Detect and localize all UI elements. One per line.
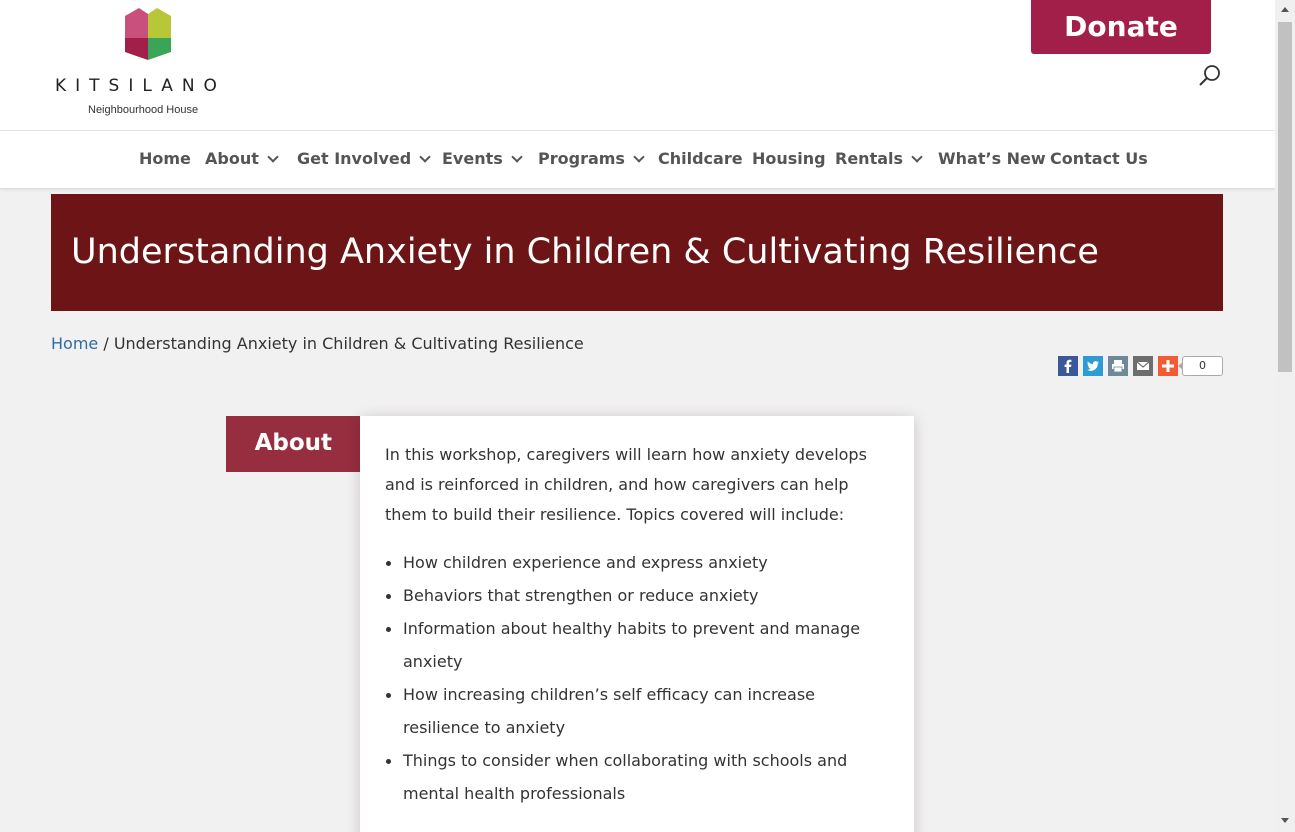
- logo-subtitle: Neighbourhood House: [88, 104, 199, 116]
- nav-item-whats-new[interactable]: What’s New: [938, 131, 1046, 188]
- page-title: Understanding Anxiety in Children & Cult…: [71, 232, 1099, 272]
- nav-item-label: Rentals: [835, 149, 904, 168]
- nav-item-events[interactable]: Events: [442, 131, 523, 188]
- donate-button[interactable]: Donate: [1031, 0, 1211, 54]
- nav-item-label: Events: [442, 149, 503, 168]
- list-item: Information about healthy habits to prev…: [385, 612, 889, 678]
- nav-item-childcare[interactable]: Childcare: [658, 131, 743, 188]
- twitter-icon[interactable]: [1083, 356, 1103, 376]
- scroll-down-arrow-icon[interactable]: [1281, 818, 1289, 823]
- scroll-up-arrow-icon[interactable]: [1281, 7, 1289, 12]
- nav-item-label: Programs: [538, 149, 625, 168]
- chevron-down-icon: [633, 151, 645, 163]
- print-icon[interactable]: [1108, 356, 1128, 376]
- chevron-down-icon: [419, 151, 431, 163]
- list-item: Behaviors that strengthen or reduce anxi…: [385, 579, 889, 612]
- title-banner: Understanding Anxiety in Children & Cult…: [51, 194, 1223, 311]
- topics-list: How children experience and express anxi…: [385, 546, 889, 810]
- logo-mark-icon: [125, 8, 171, 60]
- nav-item-label: Contact Us: [1050, 149, 1148, 168]
- scrollbar-thumb[interactable]: [1278, 22, 1292, 372]
- nav-item-label: About: [205, 149, 259, 168]
- nav-item-about[interactable]: About: [205, 131, 279, 188]
- nav-item-programs[interactable]: Programs: [538, 131, 645, 188]
- search-icon[interactable]: [1198, 64, 1222, 88]
- share-count: 0: [1178, 356, 1223, 376]
- nav-item-label: Childcare: [658, 149, 743, 168]
- list-item: How increasing children’s self efficacy …: [385, 678, 889, 744]
- nav-item-contact-us[interactable]: Contact Us: [1050, 131, 1148, 188]
- breadcrumb: Home / Understanding Anxiety in Children…: [51, 334, 584, 353]
- nav-item-label: Get Involved: [297, 149, 412, 168]
- nav-item-label: Housing: [752, 149, 826, 168]
- main-nav: Home About Get Involved Events Programs …: [0, 131, 1275, 188]
- nav-item-label: Home: [139, 149, 191, 168]
- site-header: KITSILANO Neighbourhood House Donate Hom…: [0, 0, 1275, 189]
- chevron-down-icon: [511, 151, 523, 163]
- about-intro: In this workshop, caregivers will learn …: [385, 445, 867, 524]
- site-logo[interactable]: KITSILANO Neighbourhood House: [55, 8, 245, 120]
- breadcrumb-home-link[interactable]: Home: [51, 334, 98, 353]
- nav-item-home[interactable]: Home: [139, 131, 191, 188]
- nav-item-get-involved[interactable]: Get Involved: [297, 131, 431, 188]
- page-scrollbar[interactable]: [1275, 0, 1295, 832]
- logo-wordmark: KITSILANO: [55, 76, 226, 96]
- chevron-down-icon: [911, 151, 923, 163]
- plus-icon[interactable]: [1158, 356, 1178, 376]
- list-item: Things to consider when collaborating wi…: [385, 744, 889, 810]
- nav-item-rentals[interactable]: Rentals: [835, 131, 923, 188]
- breadcrumb-current: Understanding Anxiety in Children & Cult…: [113, 334, 584, 353]
- nav-item-housing[interactable]: Housing: [752, 131, 826, 188]
- breadcrumb-separator: /: [98, 334, 114, 353]
- nav-item-label: What’s New: [938, 149, 1046, 168]
- about-card: In this workshop, caregivers will learn …: [360, 416, 914, 832]
- list-item: How children experience and express anxi…: [385, 546, 889, 579]
- facebook-icon[interactable]: [1058, 356, 1078, 376]
- about-tab: About: [226, 416, 360, 472]
- chevron-down-icon: [267, 151, 279, 163]
- email-icon[interactable]: [1133, 356, 1153, 376]
